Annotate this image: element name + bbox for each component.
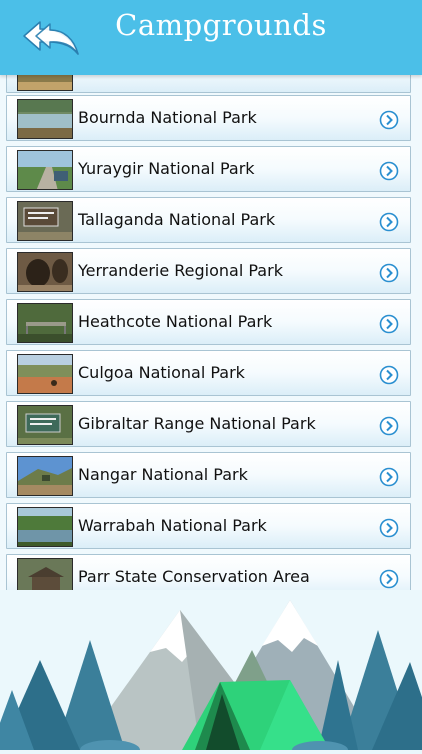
list-item[interactable]: Yerranderie Regional Park [6,248,411,294]
list-item[interactable]: Nangar National Park [6,452,411,498]
shelter-thumbnail [17,558,73,590]
river-thumbnail [17,507,73,547]
list-item[interactable]: Tallaganda National Park [6,197,411,243]
list-item[interactable]: Culgoa National Park [6,350,411,396]
chevron-right-circle-icon[interactable] [379,365,399,385]
signboard-thumbnail [17,405,73,445]
list-item[interactable]: Bournda National Park [6,95,411,141]
list-item-label: Yuraygir National Park [78,159,255,178]
page-title: Campgrounds [115,8,327,42]
list-item[interactable]: Heathcote National Park [6,299,411,345]
list-item-label: Yerranderie Regional Park [78,261,283,280]
chevron-right-circle-icon[interactable] [379,314,399,334]
list-item[interactable]: Gibraltar Range National Park [6,401,411,447]
mountain-camp-illustration [0,590,422,754]
chevron-right-circle-icon[interactable] [379,518,399,538]
campground-list[interactable]: Bournda National Park Yuraygir National … [0,75,422,590]
list-item-label: Bournda National Park [78,108,257,127]
list-item[interactable]: Yuraygir National Park [6,146,411,192]
chevron-right-circle-icon[interactable] [379,416,399,436]
hill-thumbnail [17,456,73,496]
road-thumbnail [17,150,73,190]
app-header: Campgrounds [0,0,422,75]
list-item-label: Nangar National Park [78,465,248,484]
chevron-right-circle-icon[interactable] [379,110,399,130]
list-item-partial[interactable] [6,75,411,93]
bridge-thumbnail [17,303,73,343]
list-item-label: Parr State Conservation Area [78,567,310,586]
cave-thumbnail [17,252,73,292]
list-item[interactable]: Warrabah National Park [6,503,411,549]
chevron-right-circle-icon[interactable] [379,467,399,487]
chevron-right-circle-icon[interactable] [379,263,399,283]
lake-thumbnail [17,99,73,139]
list-item[interactable]: Parr State Conservation Area [6,554,411,590]
list-item-label: Tallaganda National Park [78,210,276,229]
chevron-right-circle-icon[interactable] [379,161,399,181]
list-item-label: Gibraltar Range National Park [78,414,316,433]
partial-thumbnail [17,75,73,91]
chevron-right-circle-icon[interactable] [379,212,399,232]
list-item-label: Heathcote National Park [78,312,273,331]
red-soil-thumbnail [17,354,73,394]
list-item-label: Warrabah National Park [78,516,267,535]
sign-thumbnail [17,201,73,241]
list-item-label: Culgoa National Park [78,363,245,382]
chevron-right-circle-icon[interactable] [379,569,399,589]
